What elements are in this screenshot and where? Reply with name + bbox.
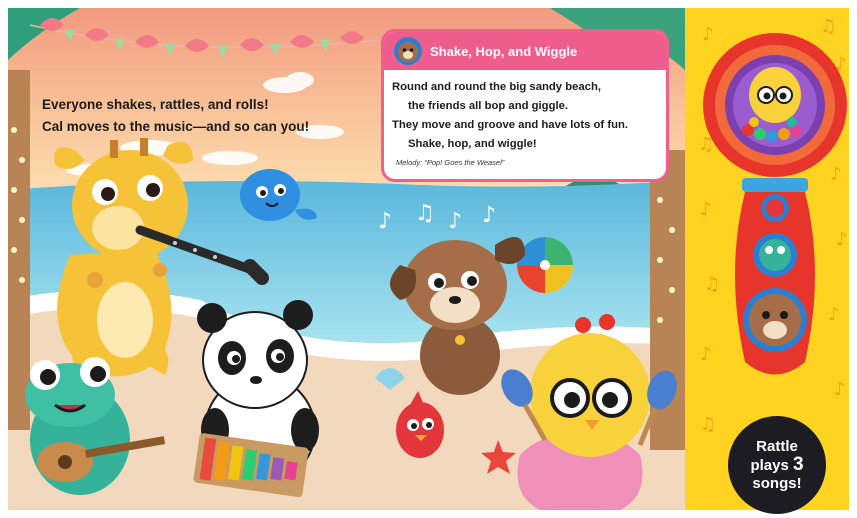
svg-text:♫: ♫ (820, 16, 836, 37)
song-title: Shake, Hop, and Wiggle (430, 43, 578, 59)
song-lyrics: Round and round the big sandy beach, the… (384, 70, 666, 154)
svg-text:♪: ♪ (378, 209, 392, 234)
svg-text:♫: ♫ (704, 274, 720, 295)
song-header: Shake, Hop, and Wiggle (384, 32, 666, 70)
songs-badge: Rattle plays 3 songs! (728, 416, 826, 514)
badge-line-2-prefix: plays (750, 456, 793, 474)
svg-text:♪: ♪ (448, 209, 462, 234)
lyric-line: the friends all bop and giggle. (408, 100, 569, 112)
intro-text: Everyone shakes, rattles, and rolls! Cal… (42, 94, 362, 138)
svg-text:♫: ♫ (415, 201, 435, 226)
svg-text:♪: ♪ (482, 203, 496, 228)
svg-text:♫: ♫ (700, 414, 716, 435)
svg-text:♪: ♪ (700, 344, 712, 365)
book-spread: ♪ ♫ ♪ ♪ ♪ ♫ ♪ ♫ ♪ ♪ ♪ ♫ ♪ ♪ ♪ ♫ Everyone… (0, 0, 857, 518)
svg-text:♪: ♪ (830, 164, 842, 185)
badge-song-count: 3 (792, 453, 804, 475)
intro-line-1: Everyone shakes, rattles, and rolls! (42, 97, 269, 112)
song-card: Shake, Hop, and Wiggle Round and round t… (381, 29, 669, 182)
badge-line-3: songs! (752, 474, 802, 492)
svg-text:♪: ♪ (834, 379, 846, 400)
melody-note: Melody: “Pop! Goes the Weasel” (396, 158, 505, 167)
badge-line-1: Rattle (756, 437, 798, 455)
puppy-avatar-icon (394, 37, 422, 65)
lyric-line: Shake, hop, and wiggle! (408, 138, 537, 150)
svg-text:♪: ♪ (836, 229, 848, 250)
badge-line-2: plays 3 (750, 453, 804, 475)
svg-text:♪: ♪ (828, 304, 840, 325)
svg-text:♪: ♪ (700, 199, 712, 220)
lyric-line: They move and groove and have lots of fu… (392, 119, 629, 131)
svg-text:♪: ♪ (702, 24, 714, 45)
beach-ball (517, 237, 573, 293)
intro-line-2: Cal moves to the music—and so can you! (42, 119, 310, 134)
lyric-line: Round and round the big sandy beach, (392, 81, 601, 93)
